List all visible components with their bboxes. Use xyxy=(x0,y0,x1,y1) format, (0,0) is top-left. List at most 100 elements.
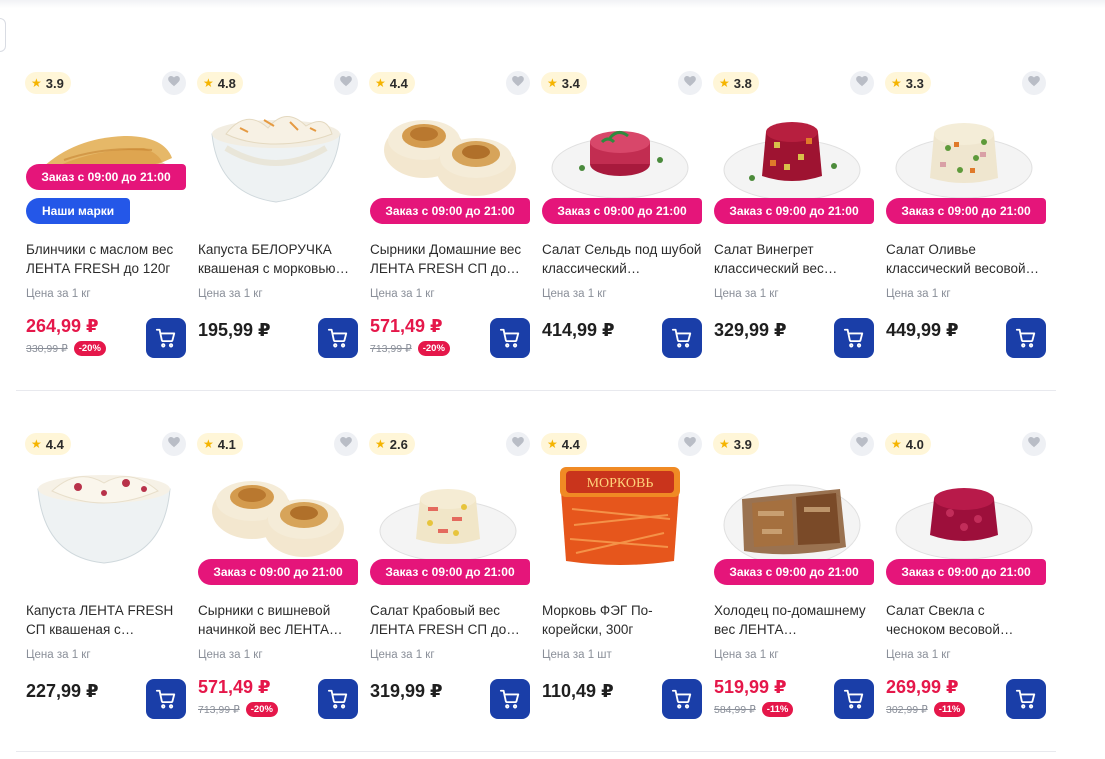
heart-icon xyxy=(511,74,525,93)
rating-badge: ★ 4.1 xyxy=(197,433,243,455)
product-name[interactable]: Салат Свекла с чесноком весовой… xyxy=(886,601,1046,639)
favorite-button[interactable] xyxy=(506,71,530,95)
product-name[interactable]: Холодец по-домашнему вес ЛЕНТА… xyxy=(714,601,874,639)
add-to-cart-button[interactable] xyxy=(490,679,530,719)
product-image[interactable] xyxy=(34,98,174,208)
product-name[interactable]: Морковь ФЭГ По-корейски, 300г xyxy=(542,601,702,639)
add-to-cart-button[interactable] xyxy=(318,679,358,719)
product-card[interactable]: ★ 3.9 Заказ с 09:00 до 21:00 Холодец по-дом… xyxy=(704,427,876,751)
product-name[interactable]: Салат Крабовый вес ЛЕНТА FRESH СП до… xyxy=(370,601,530,639)
favorite-button[interactable] xyxy=(162,432,186,456)
old-price: 713,99 ₽ xyxy=(198,703,240,716)
product-image[interactable] xyxy=(206,98,346,208)
rating-badge: ★ 4.0 xyxy=(885,433,931,455)
rating-value: 4.0 xyxy=(905,436,924,452)
old-price-row: 302,99 ₽ -11% xyxy=(886,702,966,717)
svg-text:МОРКОВЬ: МОРКОВЬ xyxy=(587,476,654,491)
add-to-cart-button[interactable] xyxy=(146,318,186,358)
product-image[interactable] xyxy=(894,459,1034,569)
promo-badge: Заказ с 09:00 до 21:00 xyxy=(370,198,530,224)
product-row: ★ 4.4 Капуста ЛЕНТА FRESH СП квашеная с… Це… xyxy=(16,427,1056,752)
cart-icon xyxy=(499,327,521,349)
product-name[interactable]: Салат Сельдь под шубой классический… xyxy=(542,240,702,278)
heart-icon xyxy=(855,435,869,454)
add-to-cart-button[interactable] xyxy=(662,318,702,358)
cart-icon xyxy=(155,327,177,349)
product-image[interactable] xyxy=(722,459,862,569)
add-to-cart-button[interactable] xyxy=(1006,679,1046,719)
star-icon: ★ xyxy=(547,76,558,90)
product-image[interactable] xyxy=(722,98,862,208)
product-name[interactable]: Сырники с вишневой начинкой вес ЛЕНТА… xyxy=(198,601,358,639)
product-name[interactable]: Салат Оливье классический весовой… xyxy=(886,240,1046,278)
product-card[interactable]: ★ 2.6 Заказ с 09:00 до 21:00 Салат Крабовый… xyxy=(360,427,532,751)
carousel-prev-button[interactable] xyxy=(0,18,6,52)
product-image[interactable] xyxy=(894,98,1034,208)
price-unit: Цена за 1 кг xyxy=(886,649,951,661)
add-to-cart-button[interactable] xyxy=(1006,318,1046,358)
product-card[interactable]: ★ 4.0 Заказ с 09:00 до 21:00 Салат Свекла с… xyxy=(876,427,1048,751)
price-unit: Цена за 1 кг xyxy=(198,288,263,300)
product-card[interactable]: ★ 4.4 Заказ с 09:00 до 21:00 Сырники Домашн… xyxy=(360,66,532,390)
brand-badge: Наши марки xyxy=(26,198,131,224)
add-to-cart-button[interactable] xyxy=(834,679,874,719)
product-price: 264,99 ₽ xyxy=(26,316,99,336)
product-price: 195,99 ₽ xyxy=(198,320,271,340)
promo-badge: Заказ с 09:00 до 21:00 xyxy=(198,559,358,585)
product-name[interactable]: Сырники Домашние вес ЛЕНТА FRESH СП до… xyxy=(370,240,530,278)
rating-value: 3.8 xyxy=(733,75,752,91)
favorite-button[interactable] xyxy=(1022,71,1046,95)
add-to-cart-button[interactable] xyxy=(834,318,874,358)
product-price: 414,99 ₽ xyxy=(542,320,615,340)
cart-icon xyxy=(327,688,349,710)
favorite-button[interactable] xyxy=(678,432,702,456)
product-card[interactable]: ★ 4.1 Заказ с 09:00 до 21:00 Сырники с вишн… xyxy=(188,427,360,751)
product-image[interactable] xyxy=(378,459,518,569)
product-card[interactable]: ★ 4.4 МОРКОВЬ Морковь ФЭГ По-корейски, 300г… xyxy=(532,427,704,751)
product-image[interactable] xyxy=(550,98,690,208)
product-card[interactable]: ★ 3.9 Заказ с 09:00 до 21:00 Наши марки Блин… xyxy=(16,66,188,390)
old-price-row: 330,99 ₽ -20% xyxy=(26,341,106,356)
price-unit: Цена за 1 кг xyxy=(542,288,607,300)
star-icon: ★ xyxy=(375,437,386,451)
add-to-cart-button[interactable] xyxy=(662,679,702,719)
product-name[interactable]: Капуста ЛЕНТА FRESH СП квашеная с… xyxy=(26,601,186,639)
favorite-button[interactable] xyxy=(850,432,874,456)
add-to-cart-button[interactable] xyxy=(490,318,530,358)
favorite-button[interactable] xyxy=(1022,432,1046,456)
favorite-button[interactable] xyxy=(334,432,358,456)
product-image[interactable] xyxy=(378,98,518,208)
price-unit: Цена за 1 кг xyxy=(714,288,779,300)
favorite-button[interactable] xyxy=(850,71,874,95)
product-image[interactable]: МОРКОВЬ xyxy=(550,459,690,569)
cart-icon xyxy=(843,327,865,349)
product-name[interactable]: Блинчики с маслом вес ЛЕНТА FRESH до 120… xyxy=(26,240,186,278)
favorite-button[interactable] xyxy=(334,71,358,95)
product-card[interactable]: ★ 4.4 Капуста ЛЕНТА FRESH СП квашеная с… Це… xyxy=(16,427,188,751)
product-card[interactable]: ★ 3.3 Заказ с 09:00 до 21:00 Салат Оливье к… xyxy=(876,66,1048,390)
favorite-button[interactable] xyxy=(506,432,530,456)
favorite-button[interactable] xyxy=(678,71,702,95)
rating-badge: ★ 4.8 xyxy=(197,72,243,94)
product-card[interactable]: ★ 3.4 Заказ с 09:00 до 21:00 Салат Сельдь п… xyxy=(532,66,704,390)
product-price: 449,99 ₽ xyxy=(886,320,959,340)
promo-badge: Заказ с 09:00 до 21:00 xyxy=(886,559,1046,585)
price-unit: Цена за 1 кг xyxy=(370,649,435,661)
product-card[interactable]: ★ 3.8 Заказ с 09:00 до 21:00 Салат Винегрет… xyxy=(704,66,876,390)
rating-value: 3.3 xyxy=(905,75,924,91)
product-image[interactable] xyxy=(34,459,174,569)
add-to-cart-button[interactable] xyxy=(318,318,358,358)
price-unit: Цена за 1 кг xyxy=(714,649,779,661)
product-image[interactable] xyxy=(206,459,346,569)
cart-icon xyxy=(499,688,521,710)
favorite-button[interactable] xyxy=(162,71,186,95)
heart-icon xyxy=(683,435,697,454)
product-name[interactable]: Капуста БЕЛОРУЧКА квашеная с морковью… xyxy=(198,240,358,278)
add-to-cart-button[interactable] xyxy=(146,679,186,719)
rating-badge: ★ 4.4 xyxy=(541,433,587,455)
heart-icon xyxy=(167,74,181,93)
star-icon: ★ xyxy=(891,437,902,451)
product-card[interactable]: ★ 4.8 Капуста БЕЛОРУЧКА квашеная с морковь… xyxy=(188,66,360,390)
rating-value: 3.4 xyxy=(561,75,580,91)
product-name[interactable]: Салат Винегрет классический вес… xyxy=(714,240,874,278)
